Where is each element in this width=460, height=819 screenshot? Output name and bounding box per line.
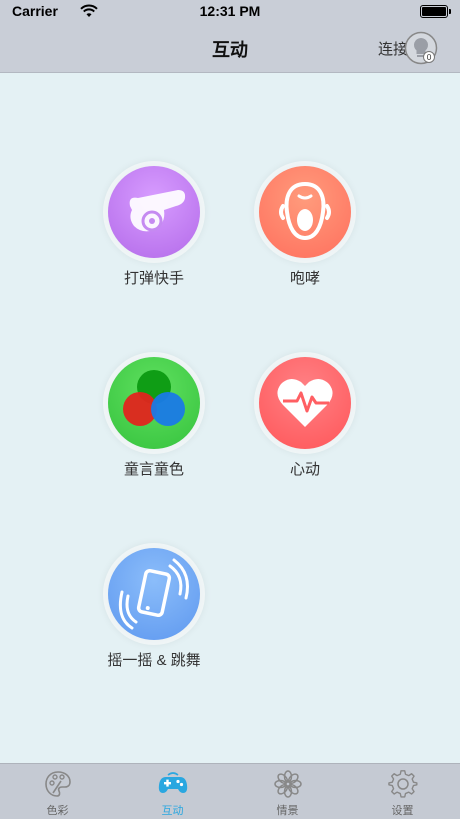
tile-cannon-label: 打弹快手	[123, 270, 184, 287]
tile-cannon[interactable]: 打弹快手	[79, 166, 229, 316]
tab-color[interactable]: 色彩	[0, 764, 115, 819]
cannon-icon	[129, 190, 186, 232]
tab-scene-label: 情景	[276, 805, 299, 817]
gear-icon	[388, 770, 418, 798]
tile-shake-dance-label: 摇一摇 & 跳舞	[107, 652, 201, 669]
tab-interact-label: 互动	[161, 805, 184, 817]
clock: 12:31 PM	[199, 3, 261, 19]
tile-colors[interactable]: 童言童色	[79, 357, 229, 507]
tile-cannon-circle	[108, 166, 200, 258]
gamepad-icon	[158, 772, 188, 793]
battery-icon	[420, 5, 451, 18]
tile-shake-dance-circle	[108, 548, 200, 640]
tile-heartbeat[interactable]: 心动	[230, 357, 380, 507]
color-circles-icon	[123, 370, 185, 426]
tile-roar[interactable]: 咆哮	[230, 166, 380, 316]
tile-colors-label: 童言童色	[123, 461, 184, 478]
tile-roar-label: 咆哮	[289, 270, 320, 287]
lightbulb-icon[interactable]: 0	[404, 31, 438, 65]
heartbeat-icon	[277, 378, 333, 427]
tab-color-label: 色彩	[46, 805, 69, 817]
shouting-face-icon	[279, 181, 331, 241]
palette-icon	[45, 771, 71, 797]
shaking-phone-icon	[118, 558, 189, 630]
tile-heartbeat-circle	[259, 357, 351, 449]
tile-shake-dance[interactable]: 摇一摇 & 跳舞	[79, 548, 229, 698]
tab-interact[interactable]: 互动	[115, 764, 230, 819]
tab-scene[interactable]: 情景	[230, 764, 345, 819]
flower-icon	[274, 770, 302, 798]
nav-bar: 互动 连接 0	[0, 24, 460, 73]
tile-roar-circle	[259, 166, 351, 258]
tile-heartbeat-label: 心动	[289, 461, 320, 478]
bulb-badge: 0	[426, 53, 431, 62]
status-bar: Carrier 12:31 PM	[0, 0, 460, 24]
tile-colors-circle	[108, 357, 200, 449]
tab-bar: 色彩 互动 情景 设置	[0, 763, 460, 819]
tab-settings-label: 设置	[391, 805, 414, 817]
tab-settings[interactable]: 设置	[345, 764, 460, 819]
